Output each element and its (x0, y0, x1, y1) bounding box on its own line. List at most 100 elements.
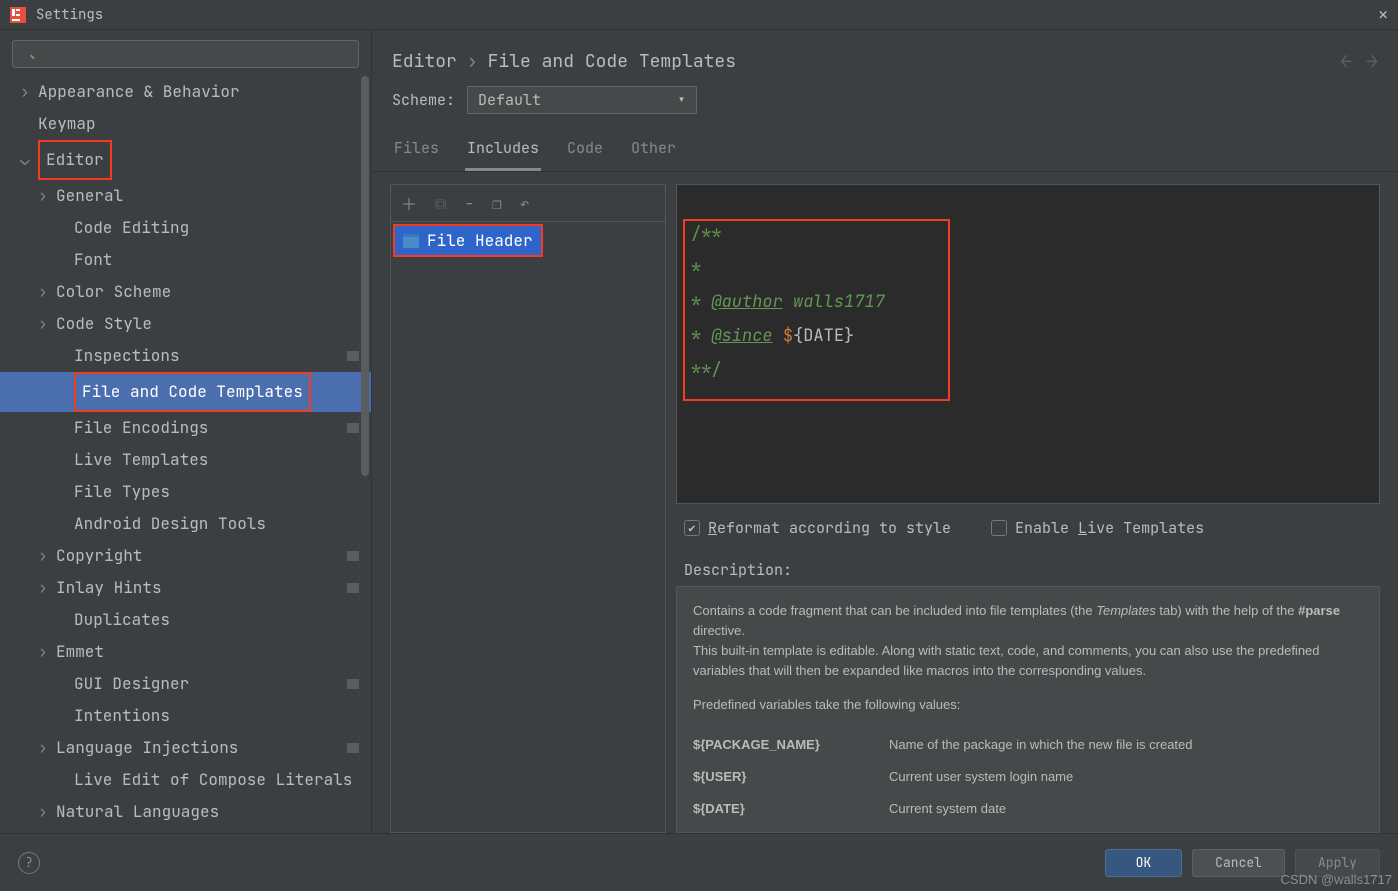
chevron-icon: › (38, 572, 50, 604)
tree-item-code-style[interactable]: ›Code Style (0, 308, 371, 340)
tree-item-label: Duplicates (74, 604, 359, 636)
app-icon (10, 7, 26, 23)
settings-sidebar: ›Appearance & BehaviorKeymap⌄Editor›Gene… (0, 30, 372, 833)
template-options: Reformat according to style Enable Live … (676, 504, 1380, 552)
chevron-icon: › (38, 732, 50, 764)
tree-item-file-types[interactable]: File Types (0, 476, 371, 508)
chevron-icon: › (38, 540, 50, 572)
scheme-select[interactable]: Default ▾ (467, 86, 697, 114)
template-editor[interactable]: /** * * @author walls1717 * @since ${DAT… (676, 184, 1380, 504)
content-pane: Editor › File and Code Templates ← → Sch… (372, 30, 1398, 833)
tree-item-label: Inlay Hints (56, 572, 347, 604)
tree-item-file-encodings[interactable]: File Encodings (0, 412, 371, 444)
breadcrumb: Editor › File and Code Templates (392, 50, 1340, 73)
tree-item-font[interactable]: Font (0, 244, 371, 276)
tree-item-intentions[interactable]: Intentions (0, 700, 371, 732)
template-item-file-header[interactable]: File Header (395, 226, 541, 255)
tree-item-emmet[interactable]: ›Emmet (0, 636, 371, 668)
scope-badge-icon (347, 583, 359, 593)
variable-desc: Current system date (889, 799, 1363, 819)
tree-item-label: Natural Languages (56, 796, 359, 828)
chevron-icon: › (20, 76, 32, 108)
tree-item-duplicates[interactable]: Duplicates (0, 604, 371, 636)
checkbox-icon (684, 520, 700, 536)
tree-item-general[interactable]: ›General (0, 180, 371, 212)
tree-item-appearance-behavior[interactable]: ›Appearance & Behavior (0, 76, 371, 108)
tree-item-inspections[interactable]: Inspections (0, 340, 371, 372)
close-icon[interactable]: ✕ (1378, 4, 1388, 25)
watermark: CSDN @walls1717 (1281, 872, 1392, 887)
highlight-box: File and Code Templates (74, 372, 311, 412)
tree-item-copyright[interactable]: ›Copyright (0, 540, 371, 572)
tree-item-label: File Types (74, 476, 359, 508)
tree-item-natural-languages[interactable]: ›Natural Languages (0, 796, 371, 828)
tree-item-label: Keymap (38, 108, 359, 140)
template-list-pane: ＋ ⧉ − ❐ ↶ File Header (390, 184, 666, 833)
tree-item-label: Android Design Tools (74, 508, 359, 540)
variable-row: ${DATE}Current system date (693, 793, 1363, 825)
breadcrumb-root: Editor (392, 50, 457, 73)
scheme-label: Scheme: (392, 90, 455, 110)
tree-item-android-design-tools[interactable]: Android Design Tools (0, 508, 371, 540)
remove-icon[interactable]: − (464, 193, 474, 214)
tree-item-label: Intentions (74, 700, 359, 732)
tree-item-label: Code Style (56, 308, 359, 340)
reformat-checkbox[interactable]: Reformat according to style (684, 518, 951, 538)
forward-icon[interactable]: → (1366, 48, 1378, 74)
template-item-label: File Header (427, 230, 533, 251)
chevron-icon: ⌄ (20, 144, 32, 176)
tree-item-gui-designer[interactable]: GUI Designer (0, 668, 371, 700)
tab-files[interactable]: Files (392, 128, 441, 171)
scope-badge-icon (347, 351, 359, 361)
tree-item-label: Live Edit of Compose Literals (74, 764, 359, 796)
help-icon[interactable]: ? (18, 852, 40, 874)
chevron-icon: › (38, 180, 50, 212)
scheme-value: Default (478, 90, 541, 110)
chevron-right-icon: › (467, 50, 478, 73)
tree-item-language-injections[interactable]: ›Language Injections (0, 732, 371, 764)
description-label: Description: (676, 552, 1380, 586)
tree-item-color-scheme[interactable]: ›Color Scheme (0, 276, 371, 308)
template-editor-pane: /** * * @author walls1717 * @since ${DAT… (676, 184, 1380, 833)
tree-item-label: Emmet (56, 636, 359, 668)
search-input-wrap (12, 40, 359, 68)
tree-item-label: GUI Designer (74, 668, 347, 700)
tree-item-label: File Encodings (74, 412, 347, 444)
tree-item-keymap[interactable]: Keymap (0, 108, 371, 140)
scrollbar-thumb[interactable] (361, 76, 369, 476)
tree-item-label: Copyright (56, 540, 347, 572)
scope-badge-icon (347, 423, 359, 433)
tab-other[interactable]: Other (629, 128, 678, 171)
add-icon[interactable]: ＋ (401, 191, 417, 215)
enable-live-templates-checkbox[interactable]: Enable Live Templates (991, 518, 1204, 538)
tree-item-label: Code Editing (74, 212, 359, 244)
tree-item-file-and-code-templates[interactable]: File and Code Templates (0, 372, 371, 412)
variable-row: ${USER}Current user system login name (693, 761, 1363, 793)
variable-name: ${USER} (693, 767, 889, 787)
tab-code[interactable]: Code (565, 128, 605, 171)
description-box: Contains a code fragment that can be inc… (676, 586, 1380, 833)
copy-template-icon[interactable]: ⧉ (435, 193, 446, 214)
revert-icon[interactable]: ↶ (520, 193, 530, 214)
dialog-footer: ? OK Cancel Apply CSDN @walls1717 (0, 833, 1398, 891)
template-list: File Header (391, 222, 665, 832)
tree-item-inlay-hints[interactable]: ›Inlay Hints (0, 572, 371, 604)
tree-item-code-editing[interactable]: Code Editing (0, 212, 371, 244)
tree-item-live-templates[interactable]: Live Templates (0, 444, 371, 476)
tree-item-label: General (56, 180, 359, 212)
tree-item-live-edit-of-compose-literals[interactable]: Live Edit of Compose Literals (0, 764, 371, 796)
checkbox-icon (991, 520, 1007, 536)
duplicate-icon[interactable]: ❐ (492, 193, 502, 214)
back-icon[interactable]: ← (1340, 48, 1352, 74)
cancel-button[interactable]: Cancel (1192, 849, 1285, 877)
chevron-icon: › (38, 796, 50, 828)
tree-item-editor[interactable]: ⌄Editor (0, 140, 371, 180)
scope-badge-icon (347, 679, 359, 689)
ok-button[interactable]: OK (1105, 849, 1183, 877)
search-input[interactable] (12, 40, 359, 68)
tab-includes[interactable]: Includes (465, 128, 541, 171)
variable-name: ${PACKAGE_NAME} (693, 735, 889, 755)
titlebar: Settings ✕ (0, 0, 1398, 30)
highlight-box (683, 219, 950, 401)
variable-name: ${DATE} (693, 799, 889, 819)
